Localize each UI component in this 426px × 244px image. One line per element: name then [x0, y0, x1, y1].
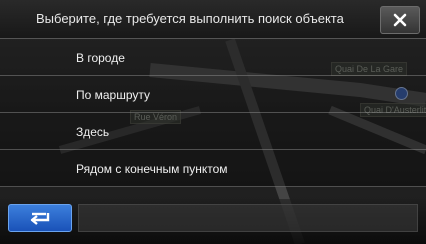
menu-item-near-destination[interactable]: Рядом с конечным пунктом	[0, 150, 426, 187]
menu-item-label: Здесь	[76, 125, 110, 139]
menu-item-in-city[interactable]: В городе	[0, 39, 426, 76]
close-icon	[393, 13, 407, 27]
dialog-header: Выберите, где требуется выполнить поиск …	[0, 0, 426, 39]
search-location-menu: В городе По маршруту Здесь Рядом с конеч…	[0, 39, 426, 187]
menu-item-label: По маршруту	[76, 88, 151, 102]
back-arrow-icon	[30, 212, 50, 225]
bottom-bar-empty-area	[78, 204, 418, 232]
bottom-bar	[0, 199, 426, 244]
menu-item-along-route[interactable]: По маршруту	[0, 76, 426, 113]
dialog-title: Выберите, где требуется выполнить поиск …	[36, 11, 344, 26]
close-button[interactable]	[380, 6, 420, 34]
menu-item-here[interactable]: Здесь	[0, 113, 426, 150]
back-button[interactable]	[8, 204, 72, 232]
menu-item-label: Рядом с конечным пунктом	[76, 162, 228, 176]
menu-item-label: В городе	[76, 51, 125, 65]
